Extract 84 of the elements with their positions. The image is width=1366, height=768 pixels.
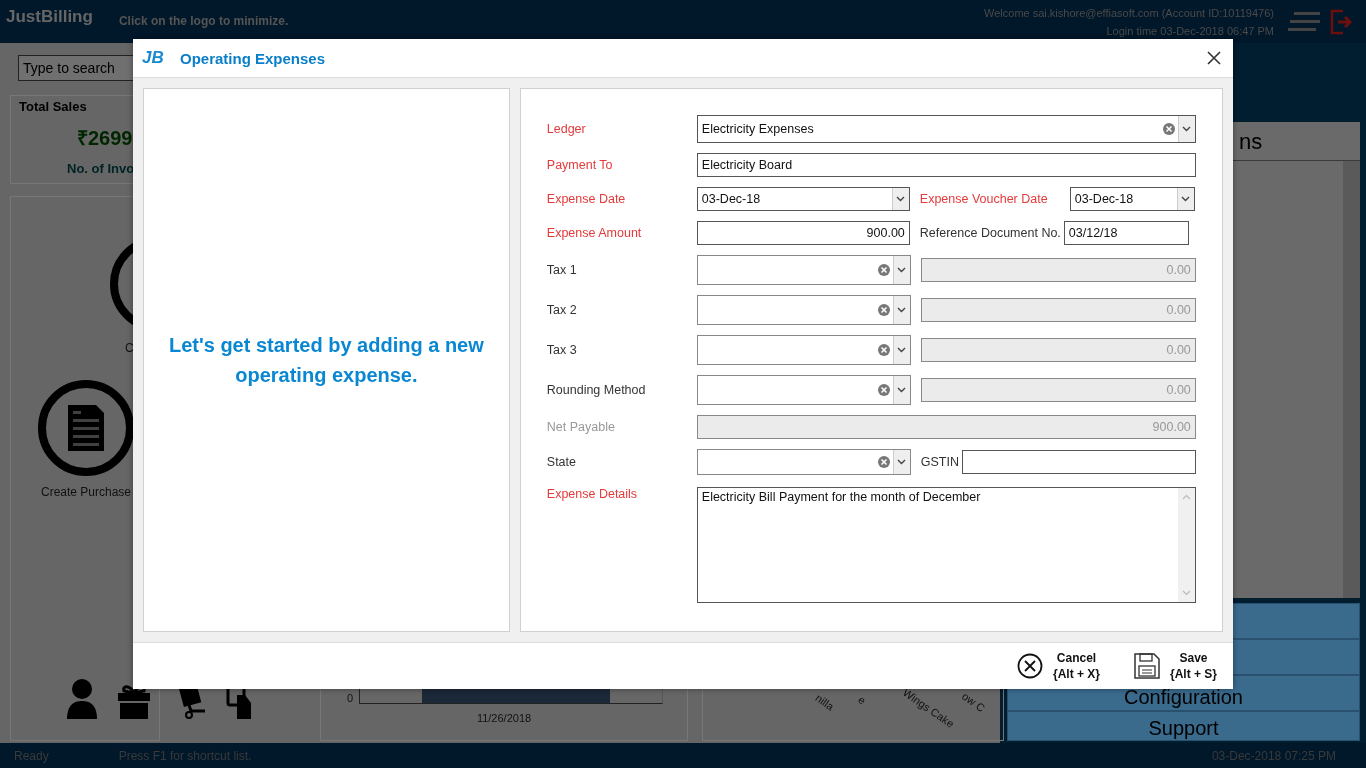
field-label: Tax 2 xyxy=(546,303,578,317)
text-area[interactable]: Electricity Bill Payment for the month of December xyxy=(696,487,1196,603)
cancel-icon xyxy=(1016,653,1043,679)
welcome-text: Welcome sai.kishore@effiasoft.com (Account ID:10119476) xyxy=(984,6,1274,19)
sales-amount: ₹2699 xyxy=(77,126,134,151)
field-label: GSTIN xyxy=(920,455,959,469)
text-field[interactable] xyxy=(962,450,1196,474)
scrollbar[interactable] xyxy=(1343,161,1360,598)
date-label: 11/26/2018 xyxy=(476,712,532,724)
caret-icon xyxy=(897,267,907,273)
text-field[interactable]: 03/12/18 xyxy=(1063,221,1189,245)
clear-icon[interactable] xyxy=(1162,123,1175,135)
field-value: 03-Dec-18 xyxy=(700,192,762,206)
field-label: Payment To xyxy=(546,158,614,172)
save-button[interactable]: Save {Alt + S} xyxy=(1134,650,1217,682)
caret-icon xyxy=(1182,126,1192,132)
field-label: Expense Amount xyxy=(546,226,643,240)
dropdown-button[interactable] xyxy=(892,336,910,364)
total-field: 900.00 xyxy=(696,415,1196,439)
status-time: 03-Dec-2018 07:25 PM xyxy=(1211,748,1336,763)
close-icon[interactable] xyxy=(1207,51,1221,65)
item-label: e xyxy=(856,693,868,707)
save-icon xyxy=(1134,653,1160,679)
dropdown-button[interactable] xyxy=(1176,188,1194,210)
login-time: Login time 03-Dec-2018 06:47 PM xyxy=(1106,24,1274,37)
gift-icon[interactable] xyxy=(117,683,151,719)
clear-icon[interactable] xyxy=(877,264,890,276)
field-label: Reference Document No. xyxy=(919,226,1061,240)
field-label: Rounding Method xyxy=(546,383,647,397)
field-label: Net Payable xyxy=(546,420,616,434)
dropdown-field[interactable] xyxy=(696,295,911,325)
axis-label: 0 xyxy=(347,693,354,704)
dropdown-field[interactable] xyxy=(696,255,911,285)
item-label: ow C xyxy=(959,689,988,715)
tax-amount-field: 0.00 xyxy=(920,258,1196,282)
field-value: Electricity Expenses xyxy=(700,122,815,136)
dropdown-button[interactable] xyxy=(892,256,910,284)
item-label: nilla xyxy=(813,691,837,713)
card-subtitle: No. of Invo xyxy=(67,161,136,176)
field-label: Expense Voucher Date xyxy=(919,192,1049,206)
caret-icon xyxy=(897,387,907,393)
dropdown-field[interactable] xyxy=(696,449,911,475)
menu-item[interactable]: Support xyxy=(1007,711,1360,741)
field-label: Tax 3 xyxy=(546,343,578,357)
person-icon[interactable] xyxy=(65,677,99,719)
dropdown-button[interactable] xyxy=(892,376,910,404)
menu-icon[interactable] xyxy=(1288,11,1320,32)
dropdown-field[interactable]: Electricity Expenses xyxy=(696,115,1196,143)
field-label: Expense Date xyxy=(546,192,627,206)
caret-icon xyxy=(897,307,907,313)
field-label: Ledger xyxy=(546,122,587,136)
dropdown-button[interactable] xyxy=(892,296,910,324)
clear-icon[interactable] xyxy=(877,304,890,316)
dropdown-button[interactable] xyxy=(891,188,909,210)
tax-amount-field: 0.00 xyxy=(920,298,1196,322)
dropdown-field[interactable] xyxy=(696,335,911,365)
caret-icon xyxy=(1181,196,1191,202)
clear-icon[interactable] xyxy=(877,384,890,396)
clear-icon[interactable] xyxy=(877,456,890,468)
amount-field[interactable]: 900.00 xyxy=(696,221,910,245)
field-label: State xyxy=(546,455,577,469)
field-label: Expense Details xyxy=(546,487,639,501)
memo-text: Electricity Bill Payment for the month of December xyxy=(700,489,982,506)
dialog-title: Operating Expenses xyxy=(180,49,326,67)
dropdown-field[interactable]: 03-Dec-18 xyxy=(1069,187,1195,211)
logo-hint: Click on the logo to minimize. xyxy=(118,13,289,28)
field-label: Tax 1 xyxy=(546,263,578,277)
status-text: Ready xyxy=(14,748,49,763)
dropdown-button[interactable] xyxy=(1177,116,1195,142)
document-icon[interactable] xyxy=(37,379,135,477)
clear-icon[interactable] xyxy=(877,344,890,356)
caret-icon xyxy=(897,347,907,353)
text-field[interactable]: Electricity Board xyxy=(696,153,1196,177)
caret-icon xyxy=(896,196,906,202)
caret-icon xyxy=(897,459,907,465)
dropdown-field[interactable] xyxy=(696,375,911,405)
card-title: Total Sales xyxy=(19,99,88,114)
cancel-button[interactable]: Cancel {Alt + X} xyxy=(1016,650,1100,682)
tax-amount-field: 0.00 xyxy=(920,378,1196,402)
intro-text: Let's get started by adding a new operating expense. xyxy=(167,333,485,388)
tax-amount-field: 0.00 xyxy=(920,338,1196,362)
dropdown-button[interactable] xyxy=(892,450,910,474)
dropdown-field[interactable]: 03-Dec-18 xyxy=(696,187,910,211)
field-value: 03-Dec-18 xyxy=(1073,192,1135,206)
